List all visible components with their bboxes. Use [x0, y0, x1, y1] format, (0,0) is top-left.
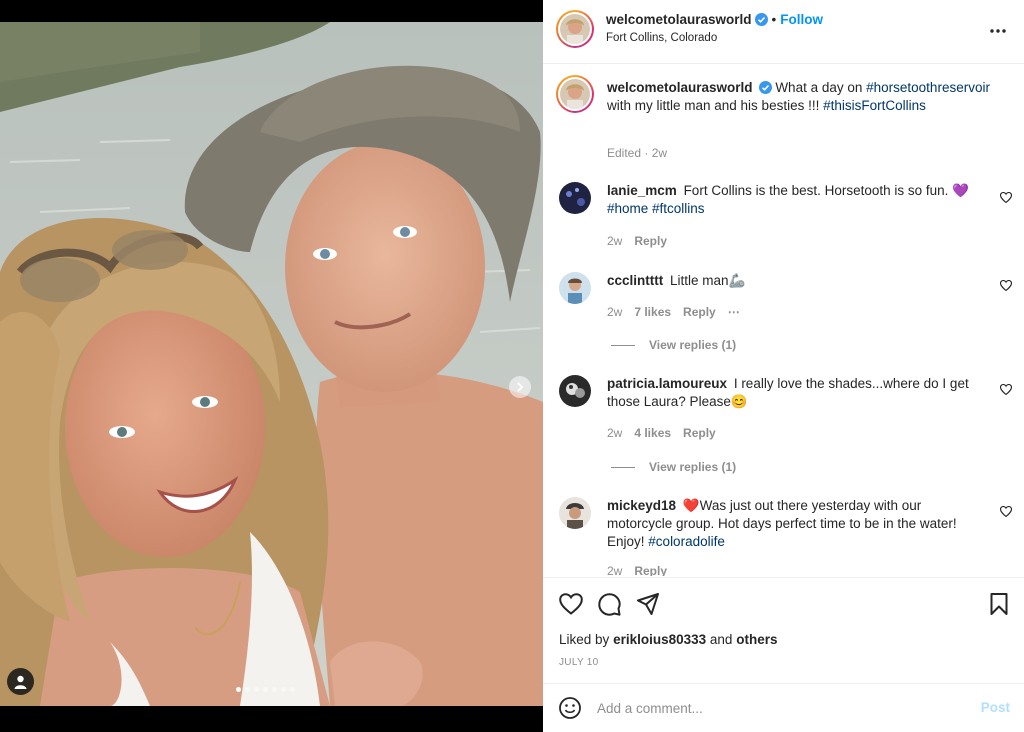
selfie-image: [0, 22, 543, 706]
comment-bubble-icon[interactable]: [598, 593, 621, 616]
avatar-image: [560, 14, 590, 44]
post-sidebar: welcometolaurasworld • Follow Fort Collins…: [543, 0, 1024, 732]
verified-badge-icon: [754, 13, 768, 26]
carousel-dot: [254, 687, 259, 692]
commenter-avatar[interactable]: [559, 272, 591, 304]
verified-badge-icon: [758, 81, 772, 94]
comment-time: 2w: [607, 305, 623, 319]
carousel-dot: [272, 687, 277, 692]
comment-text: lanie_mcm Fort Collins is the best. Hors…: [607, 183, 969, 216]
avatar-image: [559, 497, 591, 529]
photo-pane: [0, 0, 543, 732]
carousel-dot: [245, 687, 250, 692]
comment-input[interactable]: [597, 695, 957, 721]
comment-username[interactable]: lanie_mcm: [607, 183, 677, 198]
post-location[interactable]: Fort Collins, Colorado: [606, 32, 717, 44]
heart-outline-icon[interactable]: [1000, 192, 1012, 203]
hashtag-link[interactable]: #thisisFortCollins: [823, 98, 926, 113]
carousel-dot: [263, 687, 268, 692]
carousel-dot: [290, 687, 295, 692]
liked-others-link[interactable]: others: [736, 632, 777, 647]
divider: [611, 466, 635, 468]
likes-summary[interactable]: Liked by erikloius80333 and others: [559, 632, 777, 647]
reply-button[interactable]: Reply: [634, 564, 667, 576]
edited-timestamp: Edited · 2w: [607, 146, 668, 160]
heart-outline-icon[interactable]: [1000, 280, 1012, 291]
author-avatar[interactable]: [556, 10, 594, 48]
tagged-users-button[interactable]: [7, 668, 34, 695]
reply-button[interactable]: Reply: [683, 426, 716, 440]
more-horizontal-icon: [990, 29, 1006, 33]
comment-likes[interactable]: 4 likes: [634, 426, 671, 440]
post-photo[interactable]: [0, 22, 543, 706]
commenter-avatar[interactable]: [559, 375, 591, 407]
hashtag-link[interactable]: #coloradolife: [648, 534, 725, 549]
caption-text: What a day on: [775, 80, 863, 95]
caption-text: with my little man and his besties !!!: [607, 98, 820, 113]
post-comment-button[interactable]: Post: [981, 700, 1010, 715]
share-send-icon[interactable]: [637, 593, 659, 615]
comment-time: 2w: [607, 426, 623, 440]
add-comment-bar: Post: [543, 683, 1024, 732]
commenter-avatar[interactable]: [559, 497, 591, 529]
emoji-icon[interactable]: [559, 697, 581, 719]
avatar-image: [559, 375, 591, 407]
liked-by-username[interactable]: erikloius80333: [613, 632, 706, 647]
comment-time: 2w: [607, 234, 623, 248]
comment-text: mickeyd18 ❤️Was just out there yesterday…: [607, 498, 957, 549]
comment-username[interactable]: ccclintttt: [607, 273, 663, 288]
carousel-dots: [236, 687, 295, 692]
heart-outline-icon[interactable]: [1000, 506, 1012, 517]
view-replies-button[interactable]: View replies (1): [611, 338, 736, 352]
like-heart-icon[interactable]: [559, 593, 583, 615]
comment-username[interactable]: mickeyd18: [607, 498, 676, 513]
reply-button[interactable]: Reply: [683, 305, 716, 319]
next-slide-button[interactable]: [509, 376, 531, 398]
hashtag-link[interactable]: #horsetoothreservoir: [866, 80, 990, 95]
avatar-image: [559, 272, 591, 304]
chevron-right-icon: [517, 382, 524, 392]
hashtag-link[interactable]: #home #ftcollins: [607, 201, 705, 216]
more-options-button[interactable]: [990, 18, 1006, 34]
comment-text: ccclintttt Little man🦾: [607, 273, 746, 288]
comment-time: 2w: [607, 564, 623, 576]
follow-button[interactable]: Follow: [780, 12, 823, 27]
caption: welcometolaurasworld What a day on #hors…: [607, 79, 1007, 115]
reply-button[interactable]: Reply: [634, 234, 667, 248]
separator-dot: •: [771, 12, 777, 27]
view-replies-button[interactable]: View replies (1): [611, 460, 736, 474]
carousel-dot: [281, 687, 286, 692]
post-actions: Liked by erikloius80333 and others JULY …: [543, 577, 1024, 683]
divider: [611, 344, 635, 346]
comment-likes[interactable]: 7 likes: [634, 305, 671, 319]
bookmark-icon[interactable]: [990, 593, 1008, 615]
commenter-avatar[interactable]: [559, 182, 591, 214]
caption-author-avatar[interactable]: [556, 75, 594, 113]
avatar-image: [559, 182, 591, 214]
heart-outline-icon[interactable]: [1000, 384, 1012, 395]
comments-list[interactable]: welcometolaurasworld What a day on #hors…: [543, 64, 1024, 576]
author-username[interactable]: welcometolaurasworld: [606, 12, 752, 27]
comment-text: patricia.lamoureux I really love the sha…: [607, 376, 969, 409]
post-header: welcometolaurasworld • Follow Fort Collins…: [543, 0, 1024, 64]
avatar-image: [560, 79, 590, 109]
post-date[interactable]: JULY 10: [559, 657, 599, 668]
carousel-dot: [236, 687, 241, 692]
comment-options-button[interactable]: ⋯: [728, 305, 742, 319]
caption-username[interactable]: welcometolaurasworld: [607, 80, 753, 95]
comment-username[interactable]: patricia.lamoureux: [607, 376, 727, 391]
user-icon: [14, 675, 27, 689]
